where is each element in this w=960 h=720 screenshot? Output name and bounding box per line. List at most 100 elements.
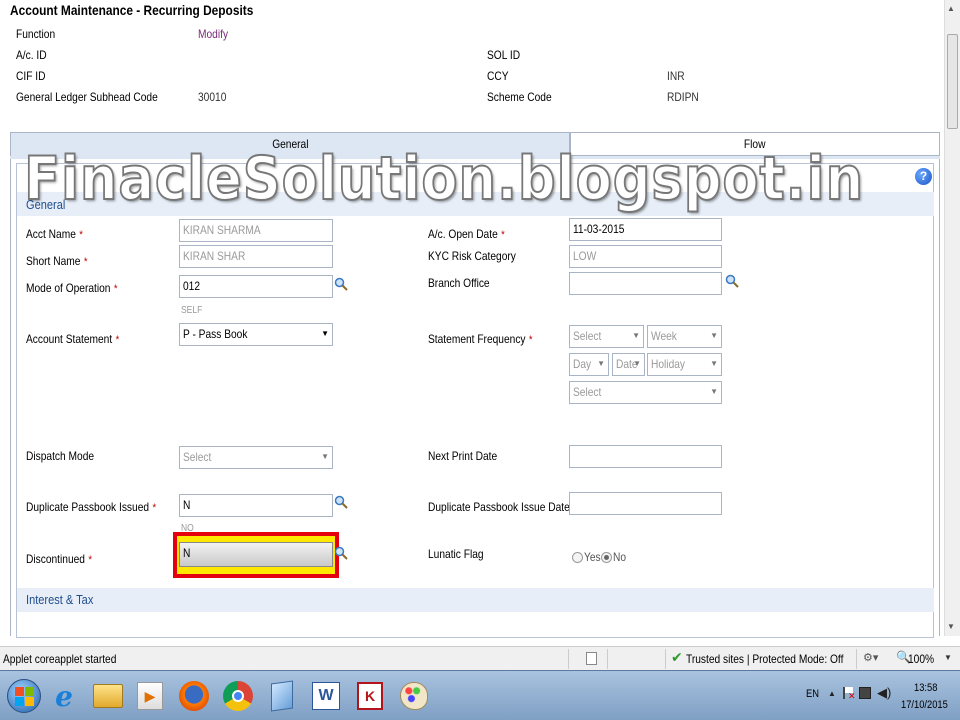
freq-select-2[interactable]: Select ▼ [569, 381, 722, 404]
stmt-select[interactable]: P - Pass Book ▼ [179, 323, 333, 346]
dispatch-select[interactable]: Select ▼ [179, 446, 333, 469]
mode-desc: SELF [181, 305, 203, 316]
kyc-label: KYC Risk Category [428, 249, 516, 263]
security-icon[interactable]: ⚙▾ [863, 651, 878, 664]
notepad-icon[interactable] [260, 676, 304, 716]
dup-label: Duplicate Passbook Issued * [26, 500, 157, 514]
tray-arrow-icon[interactable]: ▲ [828, 689, 836, 698]
flag-icon[interactable]: ✕ [843, 687, 856, 701]
clock-date[interactable]: 17/10/2015 [901, 699, 948, 711]
stmt-label: Account Statement * [26, 332, 120, 346]
chevron-down-icon: ▼ [321, 329, 329, 338]
zone-text: Trusted sites | Protected Mode: Off [686, 652, 844, 666]
chevron-down-icon: ▼ [710, 359, 718, 368]
freq-day-select[interactable]: Day ▼ [569, 353, 609, 376]
zoom-level[interactable]: 100% [908, 652, 934, 666]
chevron-down-icon: ▼ [632, 331, 640, 340]
status-divider-4 [856, 649, 857, 669]
language-indicator[interactable]: EN [806, 688, 819, 700]
firefox-icon[interactable] [172, 676, 216, 716]
page-title: Account Maintenance - Recurring Deposits [10, 2, 254, 18]
lunatic-no-radio[interactable] [601, 552, 612, 563]
freq-date-select[interactable]: Date ▼ [612, 353, 645, 376]
dup-date-label: Duplicate Passbook Issue Date* [428, 500, 577, 514]
chevron-down-icon: ▼ [710, 387, 718, 396]
gl-label: General Ledger Subhead Code [16, 90, 158, 104]
status-text: Applet coreapplet started [3, 652, 117, 666]
status-bar: Applet coreapplet started ✔ Trusted site… [0, 646, 960, 670]
freq-label: Statement Frequency * [428, 332, 533, 346]
disc-label: Discontinued * [26, 552, 93, 566]
short-name-label: Short Name * [26, 254, 88, 268]
mode-field[interactable]: 012 [179, 275, 333, 298]
taskbar: e ▶ W K EN ▲ ✕ ◀) 13:58 17/10/2015 [0, 670, 960, 720]
open-date-label: A/c. Open Date * [428, 227, 505, 241]
status-divider-3 [665, 649, 666, 669]
scheme-value: RDIPN [667, 90, 699, 104]
disc-search-icon[interactable] [334, 546, 348, 560]
zoom-dropdown-icon[interactable]: ▼ [944, 653, 952, 662]
watermark: FinacleSolution.blogspot.in [23, 143, 865, 215]
checkmark-icon: ✔ [671, 649, 683, 665]
acid-label: A/c. ID [16, 48, 47, 62]
help-icon-glyph: ? [919, 169, 928, 183]
start-button[interactable] [2, 676, 46, 716]
lunatic-yes-label: Yes [584, 550, 601, 564]
status-divider-1 [568, 649, 569, 669]
page-icon [586, 652, 597, 665]
dup-field[interactable]: N [179, 494, 333, 517]
chrome-icon[interactable] [216, 676, 260, 716]
radio-dot [604, 555, 609, 560]
branch-label: Branch Office [428, 276, 490, 290]
dispatch-label: Dispatch Mode [26, 449, 95, 463]
branch-search-icon[interactable] [725, 274, 739, 288]
chevron-down-icon: ▼ [597, 359, 605, 368]
explorer-folder-icon[interactable] [86, 676, 130, 716]
freq-select-1[interactable]: Select ▼ [569, 325, 644, 348]
open-date-field[interactable]: 11-03-2015 [569, 218, 722, 241]
lunatic-label: Lunatic Flag [428, 547, 484, 561]
dup-search-icon[interactable] [334, 495, 348, 509]
kyc-field[interactable]: LOW [569, 245, 722, 268]
ccy-value: INR [667, 69, 685, 83]
next-print-label: Next Print Date [428, 449, 498, 463]
acct-name-label: Acct Name * [26, 227, 83, 241]
sol-label: SOL ID [487, 48, 521, 62]
disc-field[interactable]: N [179, 542, 333, 567]
windows-logo-icon [7, 679, 41, 713]
dup-date-field[interactable] [569, 492, 722, 515]
status-divider-2 [607, 649, 608, 669]
gl-value: 30010 [198, 90, 227, 104]
freq-week-select[interactable]: Week ▼ [647, 325, 722, 348]
network-icon[interactable] [859, 687, 871, 699]
pdf-tool-icon[interactable]: K [348, 676, 392, 716]
scheme-label: Scheme Code [487, 90, 552, 104]
acct-name-field[interactable]: KIRAN SHARMA [179, 219, 333, 242]
help-icon[interactable]: ? [915, 168, 932, 185]
short-name-field[interactable]: KIRAN SHAR [179, 245, 333, 268]
scroll-thumb[interactable] [947, 34, 958, 129]
function-value: Modify [198, 27, 229, 41]
ccy-label: CCY [487, 69, 509, 83]
word-icon[interactable]: W [304, 676, 348, 716]
scroll-down-icon[interactable]: ▼ [947, 622, 955, 631]
mode-search-icon[interactable] [334, 277, 348, 291]
next-print-field[interactable] [569, 445, 722, 468]
section-interest [17, 588, 934, 612]
lunatic-yes-radio[interactable] [572, 552, 583, 563]
lunatic-no-label: No [613, 550, 627, 564]
function-label: Function [16, 27, 56, 41]
scroll-up-icon[interactable]: ▲ [947, 4, 955, 13]
volume-icon[interactable]: ◀) [877, 685, 891, 701]
vertical-scrollbar[interactable]: ▲ ▼ [944, 0, 960, 636]
cif-label: CIF ID [16, 69, 46, 83]
paint-icon[interactable] [392, 676, 436, 716]
chevron-down-icon: ▼ [633, 359, 641, 368]
ie-icon[interactable]: e [42, 676, 86, 716]
chevron-down-icon: ▼ [321, 452, 329, 461]
freq-holiday-select[interactable]: Holiday ▼ [647, 353, 722, 376]
media-player-icon[interactable]: ▶ [128, 676, 172, 716]
clock-time[interactable]: 13:58 [914, 682, 937, 694]
section-interest-title: Interest & Tax [26, 592, 94, 607]
branch-field[interactable] [569, 272, 722, 295]
